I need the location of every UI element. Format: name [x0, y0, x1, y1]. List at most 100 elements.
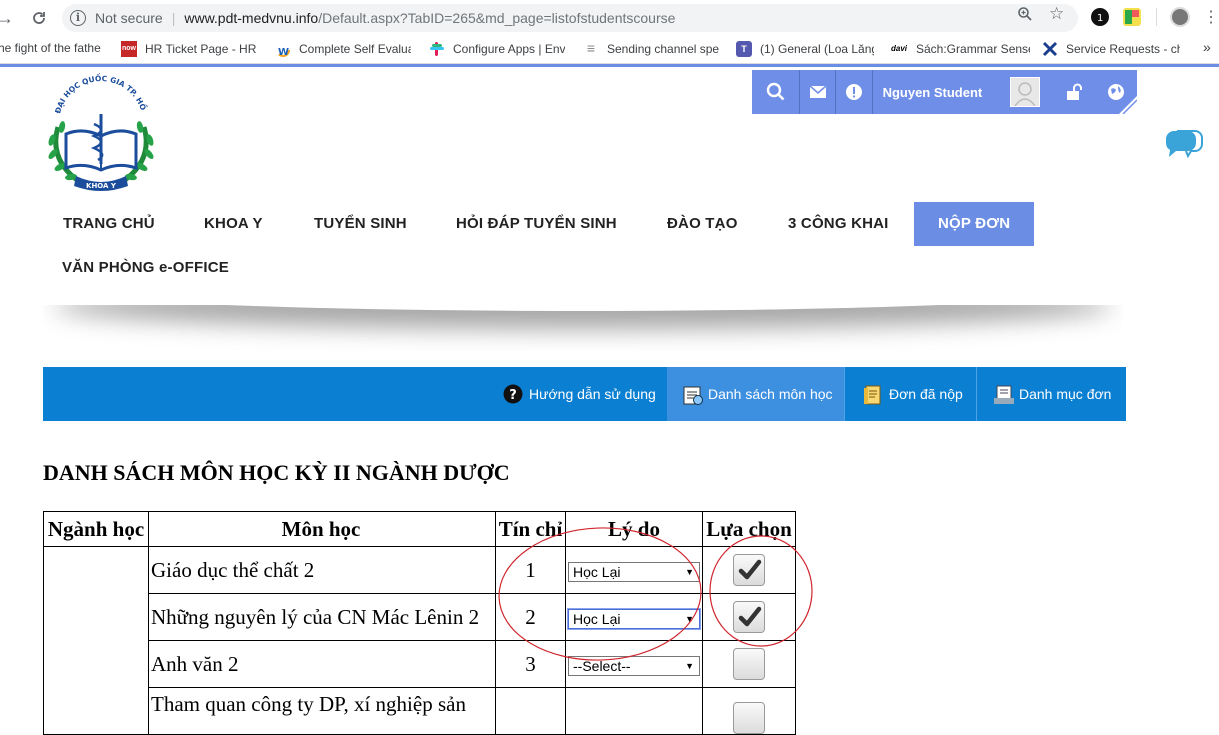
select-checkbox[interactable]: [733, 601, 765, 633]
dropdown-arrow-icon: ▼: [685, 566, 694, 577]
back-arrow-icon[interactable]: →: [0, 7, 16, 29]
course-name: Những nguyên lý của CN Mác Lênin 2: [148, 593, 496, 641]
bookmark-item[interactable]: W Complete Self Evalua: [275, 41, 411, 57]
reason-select-value: Học Lại: [573, 563, 621, 580]
site-logo[interactable]: ĐẠI HỌC QUỐC GIA TP. HỒ CHÍ MINH: [34, 65, 164, 198]
nav-khoa-y[interactable]: KHOA Y: [204, 202, 263, 246]
tab-label: Danh sách môn học: [708, 386, 833, 402]
column-header-ly-do: Lý do: [565, 511, 703, 547]
nav-van-phong-eoffice[interactable]: VĂN PHÒNG e-OFFICE: [62, 248, 229, 288]
credits: [495, 687, 566, 735]
column-header-mon-hoc: Môn học: [148, 511, 496, 547]
url-path: /Default.aspx?TabID=265&md_page=listofst…: [318, 10, 676, 26]
bookmark-star-icon[interactable]: ☆: [1049, 4, 1064, 24]
table-row: Giáo dục thể chất 2 1 Học Lại ▼: [43, 546, 796, 735]
davi-icon: davi: [890, 44, 907, 53]
course-name: Tham quan công ty DP, xí nghiệp sản: [148, 687, 496, 735]
tab-separator: [976, 367, 977, 421]
tab-don-da-nop[interactable]: Đơn đã nộp: [863, 367, 963, 421]
info-icon[interactable]: i: [70, 10, 86, 26]
table-row: Anh văn 2 3 --Select-- ▼: [44, 640, 796, 688]
checkmark-icon: [738, 606, 762, 627]
reason-cell: Học Lại ▼: [565, 593, 703, 641]
reason-select-value: Học Lại: [573, 610, 621, 627]
avatar[interactable]: [1009, 77, 1040, 107]
page-title: DANH SÁCH MÔN HỌC KỲ II NGÀNH DƯỢC: [43, 460, 510, 485]
teams-icon: T: [736, 41, 752, 57]
alert-icon[interactable]: [835, 70, 871, 114]
nav-hoi-dap-tuyen-sinh[interactable]: HỎI ĐÁP TUYỂN SINH: [456, 202, 617, 246]
extension-1-icon[interactable]: 1: [1091, 8, 1109, 26]
tab-label: Danh mục đơn: [1019, 386, 1112, 402]
bookmark-item[interactable]: Configure Apps | Env: [429, 41, 565, 57]
nav-trang-chu[interactable]: TRANG CHỦ: [63, 202, 155, 246]
select-cell: [702, 546, 796, 594]
slack-icon: [429, 41, 445, 57]
chat-icon[interactable]: [1163, 127, 1203, 161]
profile-avatar-icon[interactable]: [1170, 7, 1190, 27]
nav-3-cong-khai[interactable]: 3 CÔNG KHAI: [788, 202, 889, 246]
tab-huong-dan[interactable]: ? Hướng dẫn sử dụng: [503, 367, 656, 421]
bookmark-item[interactable]: he fight of the fathe: [0, 41, 102, 55]
tools-icon: [1042, 41, 1058, 57]
tab-separator: [844, 367, 845, 421]
more-bookmarks-button[interactable]: »: [1203, 39, 1211, 55]
select-cell: [702, 640, 796, 688]
tab-danh-muc-don[interactable]: Danh mục đơn: [993, 367, 1111, 421]
address-separator: |: [171, 10, 176, 26]
select-checkbox[interactable]: [733, 648, 765, 680]
credits: 2: [495, 593, 566, 641]
nav-nop-don[interactable]: NỘP ĐƠN: [914, 202, 1035, 246]
user-name-label: Nguyen Student: [882, 84, 983, 100]
select-checkbox[interactable]: [733, 702, 765, 734]
bookmark-item[interactable]: T (1) General (Loa Lăng: [736, 41, 874, 57]
search-icon[interactable]: [752, 70, 799, 114]
address-bar[interactable]: i Not secure | www.pdt-medvnu.info /Defa…: [62, 4, 1078, 32]
tab-label: Đơn đã nộp: [889, 386, 963, 402]
svg-text:W: W: [278, 47, 289, 57]
credits: 3: [495, 640, 566, 688]
course-name: Anh văn 2: [148, 640, 496, 688]
toolbar-divider: [1156, 8, 1157, 26]
table-header-row: Ngành học Môn học Tín chỉ Lý do Lựa chọn: [43, 511, 796, 547]
bookmark-item[interactable]: now HR Ticket Page - HR ;: [121, 41, 259, 57]
bookmark-item[interactable]: ≡ Sending channel spe: [583, 41, 719, 57]
help-icon: ?: [503, 384, 523, 404]
user-name[interactable]: Nguyen Student: [871, 70, 1010, 114]
select-checkbox[interactable]: [733, 554, 765, 586]
mail-icon[interactable]: [799, 70, 835, 114]
function-tabbar: ? Hướng dẫn sử dụng Danh sách môn học Đơ…: [43, 367, 1126, 421]
list-icon: ≡: [586, 41, 596, 56]
logo-bottom-text: KHOA Y: [86, 182, 117, 190]
svg-text:?: ?: [509, 388, 517, 403]
bookmark-label: HR Ticket Page - HR ;: [145, 42, 259, 56]
corner-fold-icon: [1119, 96, 1137, 114]
nav-tuyen-sinh[interactable]: TUYỂN SINH: [314, 202, 407, 246]
svg-text:ĐẠI HỌC QUỐC GIA TP. HỒ CHÍ MI: ĐẠI HỌC QUỐC GIA TP. HỒ CHÍ MINH: [38, 72, 149, 115]
bookmarks-bar: he fight of the fathe now HR Ticket Page…: [0, 35, 1219, 64]
tab-label: Hướng dẫn sử dụng: [529, 386, 656, 402]
url-domain: www.pdt-medvnu.info: [184, 10, 319, 26]
nav-dao-tao[interactable]: ĐÀO TẠO: [667, 202, 738, 246]
reason-select[interactable]: Học Lại ▼: [568, 561, 700, 582]
bookmark-item[interactable]: Service Requests - ch: [1042, 41, 1180, 57]
reason-select[interactable]: Học Lại ▼: [568, 608, 700, 629]
unlock-icon[interactable]: [1054, 70, 1096, 114]
submitted-form-icon: [863, 384, 883, 405]
menu-kebab-icon[interactable]: ⋮: [1200, 7, 1219, 29]
tab-danh-sach-mon-hoc[interactable]: Danh sách môn học: [667, 367, 845, 421]
bookmark-label: Sách:Grammar Sense: [916, 42, 1030, 56]
bookmark-item[interactable]: davi Sách:Grammar Sense: [890, 41, 1030, 57]
browser-toolbar: → i Not secure | www.pdt-medvnu.info /De…: [0, 0, 1219, 35]
workday-icon: W: [275, 41, 291, 57]
bookmark-label: he fight of the fathe: [0, 41, 101, 55]
course-name: Giáo dục thể chất 2: [148, 546, 496, 594]
reason-select-value: --Select--: [573, 657, 631, 674]
extension-2-icon[interactable]: [1123, 8, 1141, 26]
column-header-tin-chi: Tín chỉ: [495, 511, 566, 547]
zoom-icon[interactable]: [1017, 6, 1033, 26]
security-label: Not secure: [95, 10, 163, 26]
reason-select[interactable]: --Select-- ▼: [568, 655, 700, 676]
reload-icon[interactable]: [28, 7, 50, 29]
servicenow-icon: now: [121, 41, 137, 57]
